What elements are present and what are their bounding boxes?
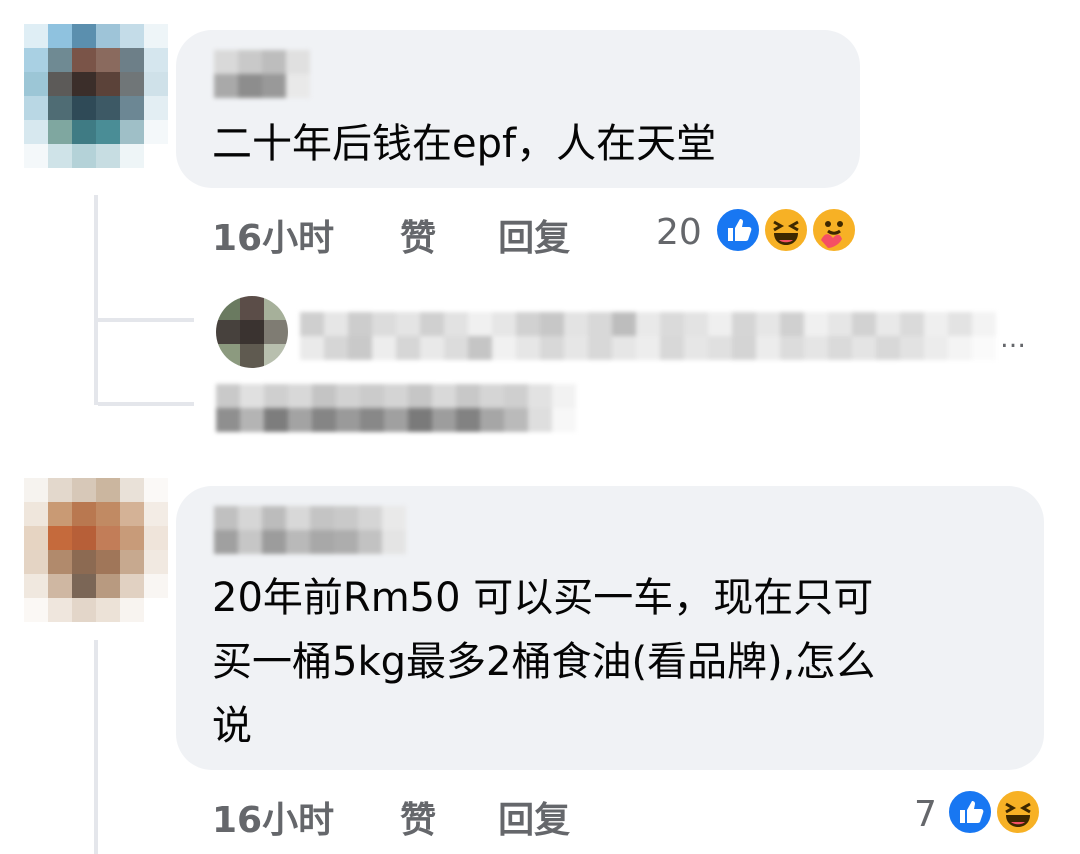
thread-line — [94, 640, 98, 854]
reaction-count[interactable]: 7 — [914, 794, 937, 835]
reply-button[interactable]: 回复 — [498, 209, 570, 261]
avatar[interactable] — [24, 478, 168, 622]
avatar[interactable] — [24, 24, 168, 168]
reply-text-blurred[interactable] — [216, 384, 576, 432]
like-button[interactable]: 赞 — [400, 209, 436, 261]
reply-avatar[interactable] — [216, 296, 288, 368]
reply-preview-ellipsis: … — [1000, 324, 1026, 354]
haha-icon[interactable] — [994, 788, 1042, 836]
comment-time[interactable]: 16小时 — [212, 209, 334, 261]
like-icon[interactable] — [946, 788, 994, 836]
comment-text: 二十年后钱在epf，人在天堂 — [212, 121, 717, 167]
thread-connector — [98, 402, 194, 406]
care-icon[interactable] — [810, 206, 858, 254]
like-button[interactable]: 赞 — [400, 791, 436, 843]
thread-line — [94, 195, 98, 405]
commenter-name-blurred[interactable] — [214, 506, 406, 554]
thread-connector — [98, 318, 194, 322]
haha-icon[interactable] — [762, 206, 810, 254]
reaction-count[interactable]: 20 — [656, 212, 702, 253]
comment-meta: 16小时 赞 回复 — [212, 208, 570, 262]
commenter-name-blurred[interactable] — [214, 50, 310, 98]
like-icon[interactable] — [714, 206, 762, 254]
comment-time[interactable]: 16小时 — [212, 791, 334, 843]
avatar-mosaic — [24, 24, 168, 168]
comment-text: 20年前Rm50 可以买一车，现在只可 买一桶5kg最多2桶食油(看品牌),怎么… — [212, 575, 876, 749]
reply-avatar-mosaic — [216, 296, 288, 368]
avatar-mosaic — [24, 478, 168, 622]
reply-button[interactable]: 回复 — [498, 791, 570, 843]
reply-name-blurred[interactable] — [300, 312, 996, 360]
comment-meta: 16小时 赞 回复 — [212, 790, 570, 844]
